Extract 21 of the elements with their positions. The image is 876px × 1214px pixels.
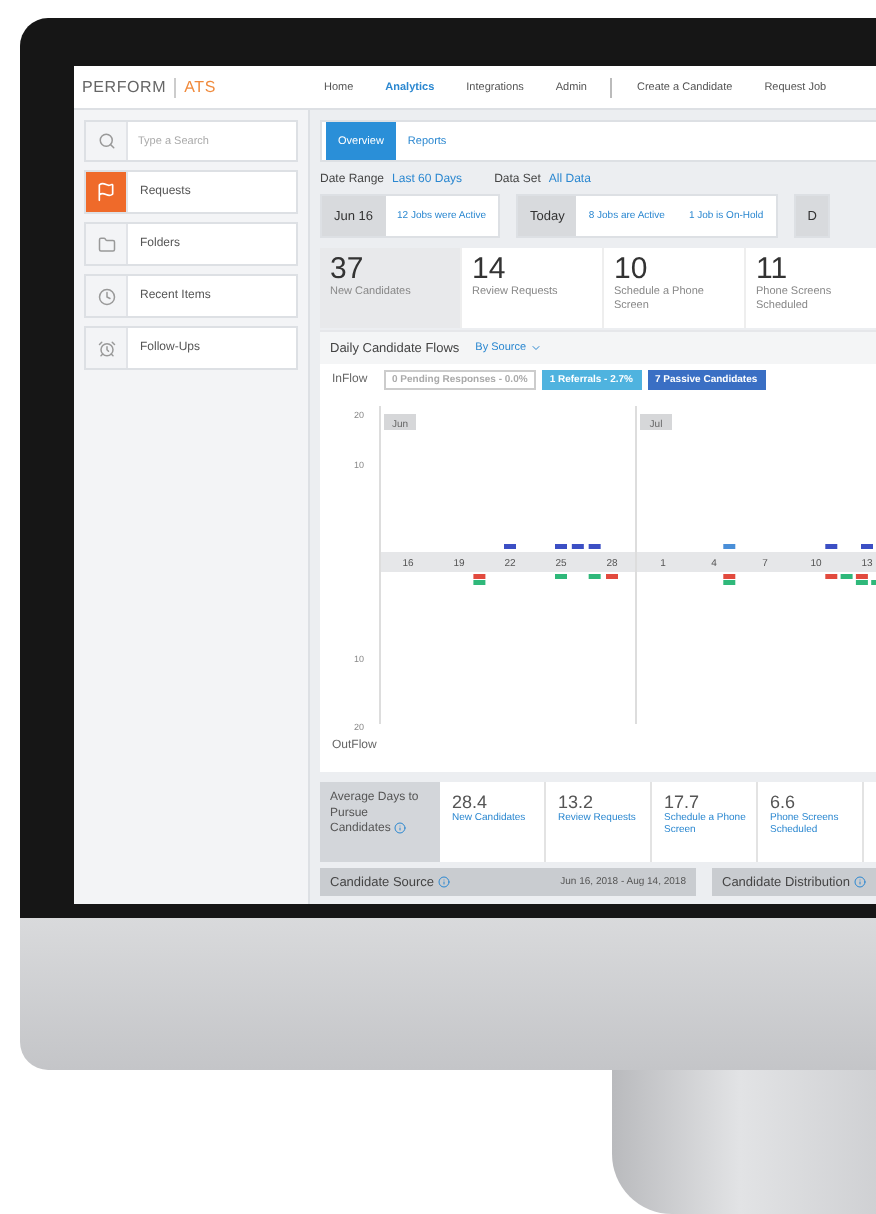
folder-icon [97,235,115,253]
caret-icon [530,342,543,354]
stat-value: 14 [472,254,508,286]
clock-icon [97,287,115,305]
stat-value: 10 [614,254,650,286]
stat-value: 37 [330,254,366,286]
average-value: 6.6 [770,792,798,812]
alarm-clock-icon [97,339,115,357]
flag-icon [96,182,116,202]
info-icon [438,876,451,888]
average-value: 13.2 [558,792,596,812]
average-value: 28.4 [452,792,490,812]
stat-value: 11 [756,254,790,286]
month-tag [640,414,672,430]
search-icon [97,132,115,150]
average-value: 17.7 [664,792,702,812]
info-icon [394,822,407,834]
product-name: ATS [184,78,216,96]
info-icon [853,876,866,888]
month-tag [384,414,416,430]
logo-text: PERFORM [82,78,167,96]
